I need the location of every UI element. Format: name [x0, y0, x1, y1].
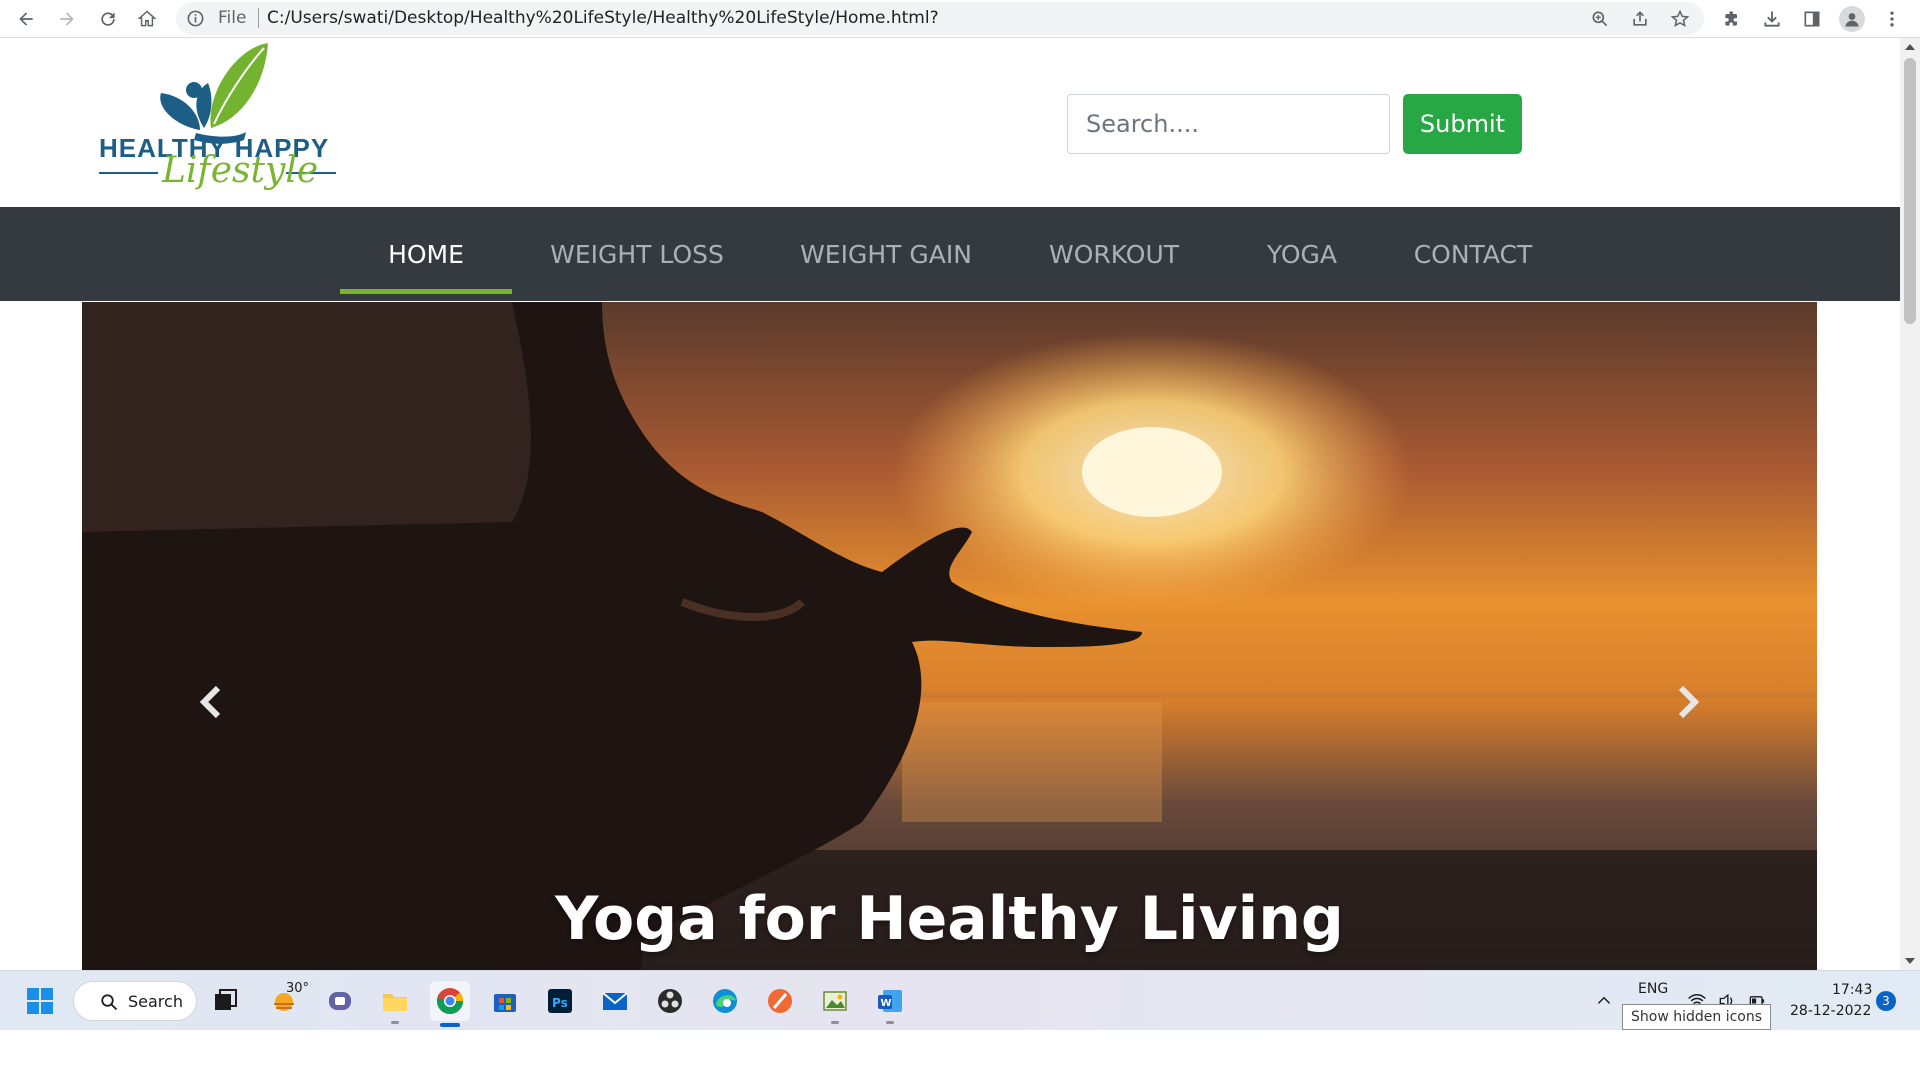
- mail-icon[interactable]: [595, 981, 635, 1021]
- scroll-down-arrow[interactable]: [1900, 952, 1920, 970]
- photoshop-icon[interactable]: Ps: [540, 981, 580, 1021]
- main-navigation: HOME WEIGHT LOSS WEIGHT GAIN WORKOUT YOG…: [0, 207, 1900, 301]
- windows-start-icon[interactable]: [20, 981, 60, 1021]
- paint-app-icon[interactable]: [760, 981, 800, 1021]
- menu-kebab-icon[interactable]: [1878, 5, 1906, 33]
- file-explorer-running-dot: [391, 1021, 399, 1024]
- file-label: File: [218, 8, 247, 28]
- word-running-dot: [886, 1021, 894, 1024]
- address-separator: [258, 8, 259, 28]
- page-scrollbar[interactable]: [1900, 38, 1920, 970]
- scroll-thumb[interactable]: [1904, 58, 1916, 324]
- nav-contact[interactable]: CONTACT: [1400, 207, 1546, 301]
- bookmark-star-icon[interactable]: [1668, 7, 1692, 31]
- site-header: HEALTHY HAPPY Lifestyle Submit: [0, 38, 1900, 207]
- logo-text-script: Lifestyle: [162, 150, 319, 191]
- taskbar-search-label: Search: [128, 991, 183, 1011]
- screen: File C:/Users/swati/Desktop/Healthy%20Li…: [0, 0, 1920, 1080]
- carousel-prev-button[interactable]: [182, 672, 242, 732]
- edge-icon[interactable]: [705, 981, 745, 1021]
- chrome-icon[interactable]: [430, 981, 470, 1021]
- file-explorer-icon[interactable]: [375, 981, 415, 1021]
- chevron-up-icon[interactable]: [1590, 981, 1618, 1021]
- word-icon[interactable]: W: [870, 981, 910, 1021]
- weather-temperature: 30°: [286, 981, 310, 996]
- search-icon: [101, 994, 118, 1011]
- reload-icon[interactable]: [94, 5, 122, 33]
- nav-workout[interactable]: WORKOUT: [1040, 207, 1188, 301]
- yoga-sunset-image: [82, 302, 1817, 970]
- photos-app-icon[interactable]: [815, 981, 855, 1021]
- nav-weight-gain[interactable]: WEIGHT GAIN: [790, 207, 982, 301]
- notification-badge[interactable]: 3: [1876, 991, 1896, 1011]
- site-search-input[interactable]: [1067, 94, 1390, 154]
- chevron-left-icon: [199, 685, 221, 719]
- svg-text:W: W: [881, 998, 892, 1009]
- teams-chat-icon[interactable]: [320, 981, 360, 1021]
- web-page: HEALTHY HAPPY Lifestyle Submit HOME WEIG…: [0, 38, 1900, 970]
- extensions-icon[interactable]: [1718, 5, 1746, 33]
- submit-button[interactable]: Submit: [1403, 94, 1522, 154]
- nav-weight-loss[interactable]: WEIGHT LOSS: [542, 207, 732, 301]
- home-icon[interactable]: [133, 5, 161, 33]
- back-icon[interactable]: [12, 5, 40, 33]
- profile-avatar[interactable]: [1838, 5, 1866, 33]
- url-text[interactable]: C:/Users/swati/Desktop/Healthy%20LifeSty…: [267, 8, 939, 28]
- screen-bottom-margin: [0, 1030, 1920, 1080]
- browser-toolbar: File C:/Users/swati/Desktop/Healthy%20Li…: [0, 0, 1920, 38]
- taskbar-search[interactable]: Search: [73, 981, 197, 1021]
- zoom-icon[interactable]: [1588, 7, 1612, 31]
- nav-home[interactable]: HOME: [340, 207, 512, 301]
- download-icon[interactable]: [1758, 5, 1786, 33]
- address-bar[interactable]: File C:/Users/swati/Desktop/Healthy%20Li…: [176, 2, 1704, 35]
- person-icon: [1845, 13, 1859, 27]
- clock-time[interactable]: 17:43: [1832, 982, 1872, 998]
- scroll-up-arrow[interactable]: [1900, 38, 1920, 56]
- language-indicator[interactable]: ENG: [1638, 981, 1668, 997]
- show-hidden-icons-tooltip: Show hidden icons: [1622, 1004, 1772, 1030]
- share-icon[interactable]: [1628, 7, 1652, 31]
- microsoft-store-icon[interactable]: [485, 981, 525, 1021]
- chrome-active-indicator: [440, 1023, 460, 1027]
- info-icon[interactable]: [186, 9, 205, 28]
- carousel-next-button[interactable]: [1657, 672, 1717, 732]
- carousel-caption: Yoga for Healthy Living: [555, 884, 1344, 954]
- active-nav-underline: [340, 289, 512, 294]
- chevron-right-icon: [1678, 685, 1700, 719]
- forward-icon[interactable]: [53, 5, 81, 33]
- task-view-icon[interactable]: [206, 981, 246, 1021]
- hero-carousel[interactable]: Yoga for Healthy Living: [82, 302, 1817, 970]
- nav-yoga[interactable]: YOGA: [1250, 207, 1354, 301]
- site-logo[interactable]: HEALTHY HAPPY Lifestyle: [96, 38, 356, 207]
- obs-studio-icon[interactable]: [650, 981, 690, 1021]
- side-panel-icon[interactable]: [1798, 5, 1826, 33]
- svg-text:Ps: Ps: [552, 996, 568, 1010]
- clock-date[interactable]: 28-12-2022: [1790, 1003, 1871, 1019]
- photos-running-dot: [831, 1021, 839, 1024]
